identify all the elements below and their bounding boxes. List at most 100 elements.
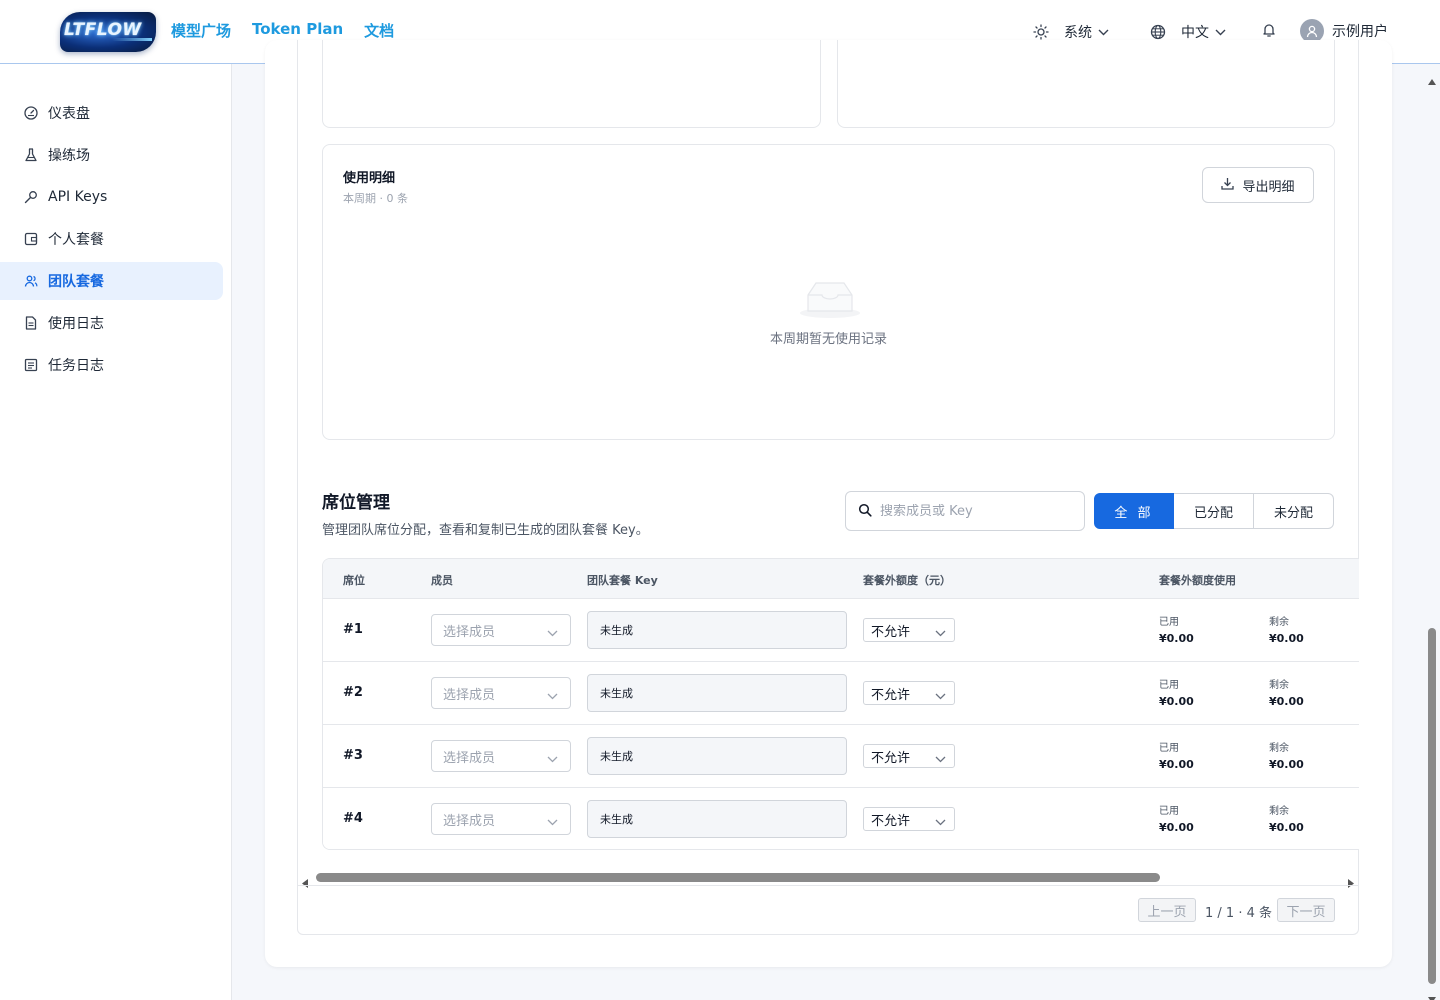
sidebar-item-team-plan[interactable]: 团队套餐: [0, 262, 223, 300]
sidebar-item-label: 个人套餐: [48, 232, 104, 248]
globe-icon: [1150, 24, 1166, 40]
scrollbar-track: [316, 873, 1340, 882]
seat-number: #2: [343, 685, 363, 700]
chevron-down-icon: [1098, 29, 1109, 36]
seat-number: #4: [343, 811, 363, 826]
notifications-button[interactable]: [1261, 22, 1277, 38]
logo-text: LTFLOW: [64, 20, 142, 40]
pagination-divider: [298, 885, 1358, 886]
download-icon: [1221, 177, 1235, 194]
brand-logo[interactable]: LTFLOW: [60, 12, 156, 52]
list-icon: [24, 358, 38, 372]
sidebar-item-label: 团队套餐: [48, 274, 104, 290]
nav-link-token-plan[interactable]: Token Plan: [252, 20, 343, 41]
seat-title: 席位管理: [322, 493, 390, 513]
member-select-placeholder: 选择成员: [443, 813, 496, 829]
scroll-right-arrow-icon[interactable]: [1348, 873, 1354, 892]
member-select[interactable]: 选择成员: [431, 614, 571, 646]
extra-quota-select[interactable]: 不允许: [863, 618, 955, 642]
table-header: 席位 成员 团队套餐 Key 套餐外额度（元） 套餐外额度使用: [323, 559, 1359, 599]
nav-link-docs[interactable]: 文档: [364, 20, 394, 41]
document-icon: [24, 316, 38, 330]
nav-link-models[interactable]: 模型广场: [171, 20, 231, 41]
sidebar-item-task-logs[interactable]: 任务日志: [0, 346, 223, 384]
scroll-left-arrow-icon[interactable]: [302, 873, 308, 892]
top-nav: 模型广场 Token Plan 文档: [171, 20, 394, 41]
scroll-down-arrow-icon[interactable]: [1428, 988, 1436, 1000]
export-label: 导出明细: [1242, 179, 1295, 195]
table-row: #4 选择成员 未生成 不允许 已用 ¥0.00 剩余 ¥0.00: [323, 788, 1359, 849]
member-select-placeholder: 选择成员: [443, 624, 496, 640]
member-select[interactable]: 选择成员: [431, 677, 571, 709]
sidebar-item-dashboard[interactable]: 仪表盘: [0, 94, 223, 132]
used-label: 已用: [1159, 617, 1179, 628]
empty-state-text: 本周期暂无使用记录: [769, 332, 887, 347]
search-input[interactable]: [880, 503, 1070, 519]
scrollbar-thumb[interactable]: [316, 873, 1160, 882]
team-key-value: 未生成: [600, 750, 633, 763]
table-row: #3 选择成员 未生成 不允许 已用 ¥0.00 剩余 ¥0.00: [323, 725, 1359, 788]
dashboard-icon: [24, 106, 38, 120]
filter-all-button[interactable]: 全 部: [1094, 493, 1174, 529]
used-value: ¥0.00: [1159, 632, 1194, 645]
filter-unassigned-button[interactable]: 未分配: [1254, 493, 1334, 529]
extra-quota-select[interactable]: 不允许: [863, 744, 955, 768]
member-select-placeholder: 选择成员: [443, 687, 496, 703]
remaining-value: ¥0.00: [1269, 821, 1304, 834]
chevron-down-icon: [547, 689, 558, 704]
page-vertical-scrollbar[interactable]: [1424, 64, 1440, 1000]
team-key-field[interactable]: 未生成: [587, 737, 847, 775]
language-label: 中文: [1181, 25, 1209, 41]
prev-page-button[interactable]: 上一页: [1138, 898, 1196, 922]
used-value: ¥0.00: [1159, 695, 1194, 708]
empty-inbox-icon: [798, 275, 862, 319]
filter-assigned-button[interactable]: 已分配: [1174, 493, 1254, 529]
logo-streak: [112, 38, 152, 41]
column-header-extra-quota: 套餐外额度（元）: [863, 574, 951, 587]
extra-quota-value: 不允许: [871, 750, 911, 766]
sun-icon: [1033, 24, 1049, 40]
sidebar-item-personal-plan[interactable]: 个人套餐: [0, 220, 223, 258]
scroll-up-arrow-icon[interactable]: [1428, 70, 1436, 89]
member-select[interactable]: 选择成员: [431, 803, 571, 835]
member-select-placeholder: 选择成员: [443, 750, 496, 766]
team-key-field[interactable]: 未生成: [587, 674, 847, 712]
extra-quota-select[interactable]: 不允许: [863, 681, 955, 705]
column-header-extra-usage: 套餐外额度使用: [1159, 574, 1236, 587]
search-icon: [858, 502, 872, 521]
member-select[interactable]: 选择成员: [431, 740, 571, 772]
chevron-down-icon: [547, 626, 558, 641]
seat-table: 席位 成员 团队套餐 Key 套餐外额度（元） 套餐外额度使用 #1 选择成员 …: [322, 558, 1359, 850]
extra-quota-select[interactable]: 不允许: [863, 807, 955, 831]
team-key-value: 未生成: [600, 687, 633, 700]
sidebar-item-playground[interactable]: 操练场: [0, 136, 223, 174]
chevron-down-icon: [935, 752, 946, 767]
chevron-down-icon: [935, 689, 946, 704]
column-header-member: 成员: [431, 574, 453, 587]
chevron-down-icon: [1215, 29, 1226, 36]
theme-label: 系统: [1064, 25, 1092, 41]
user-name: 示例用户: [1332, 24, 1388, 40]
used-label: 已用: [1159, 806, 1179, 817]
remaining-value: ¥0.00: [1269, 632, 1304, 645]
remaining-value: ¥0.00: [1269, 758, 1304, 771]
stat-card-right: [837, 40, 1335, 128]
sidebar-item-label: 任务日志: [48, 358, 104, 374]
chevron-down-icon: [935, 626, 946, 641]
table-horizontal-scrollbar[interactable]: [298, 869, 1358, 888]
table-row: #1 选择成员 未生成 不允许 已用 ¥0.00 剩余 ¥0.00: [323, 599, 1359, 662]
remaining-label: 剩余: [1269, 680, 1289, 691]
scrollbar-thumb[interactable]: [1428, 628, 1436, 984]
theme-switcher[interactable]: 系统: [1033, 22, 1109, 42]
export-button[interactable]: 导出明细: [1202, 167, 1314, 203]
remaining-label: 剩余: [1269, 743, 1289, 754]
sidebar-item-usage-logs[interactable]: 使用日志: [0, 304, 223, 342]
usage-subtitle: 本周期 · 0 条: [343, 192, 408, 205]
pagination-info: 1 / 1 · 4 条: [1205, 906, 1272, 921]
language-switcher[interactable]: 中文: [1150, 22, 1226, 42]
sidebar-item-api-keys[interactable]: API Keys: [0, 178, 223, 216]
next-page-button[interactable]: 下一页: [1277, 898, 1335, 922]
team-key-value: 未生成: [600, 624, 633, 637]
team-key-field[interactable]: 未生成: [587, 611, 847, 649]
team-key-field[interactable]: 未生成: [587, 800, 847, 838]
